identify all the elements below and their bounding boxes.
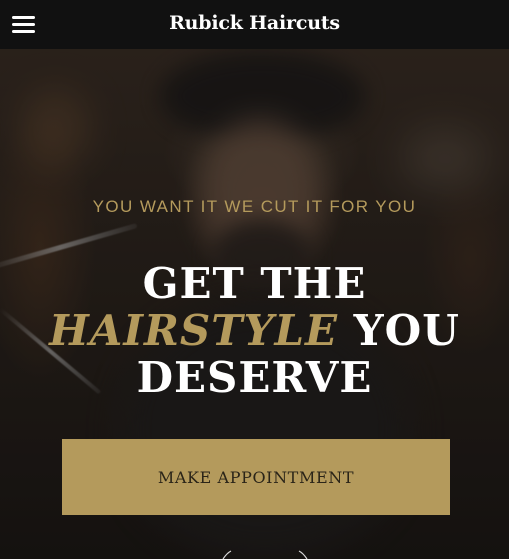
headline-line-2-rest: YOU bbox=[338, 306, 460, 355]
make-appointment-button[interactable]: MAKE APPOINTMENT bbox=[62, 439, 450, 515]
hero-section: YOU WANT IT WE CUT IT FOR YOU GET THE HA… bbox=[0, 49, 509, 559]
headline-line-3: DESERVE bbox=[136, 353, 373, 402]
divider-ornament-icon bbox=[222, 550, 308, 559]
headline-line-1: GET THE bbox=[142, 259, 367, 308]
hero-tagline: YOU WANT IT WE CUT IT FOR YOU bbox=[92, 197, 417, 216]
site-brand-title[interactable]: Rubick Haircuts bbox=[0, 12, 509, 34]
top-navbar: Rubick Haircuts bbox=[0, 0, 509, 49]
headline-accent-word: HAIRSTYLE bbox=[49, 306, 339, 355]
hero-headline: GET THE HAIRSTYLE YOU DESERVE bbox=[0, 260, 509, 401]
